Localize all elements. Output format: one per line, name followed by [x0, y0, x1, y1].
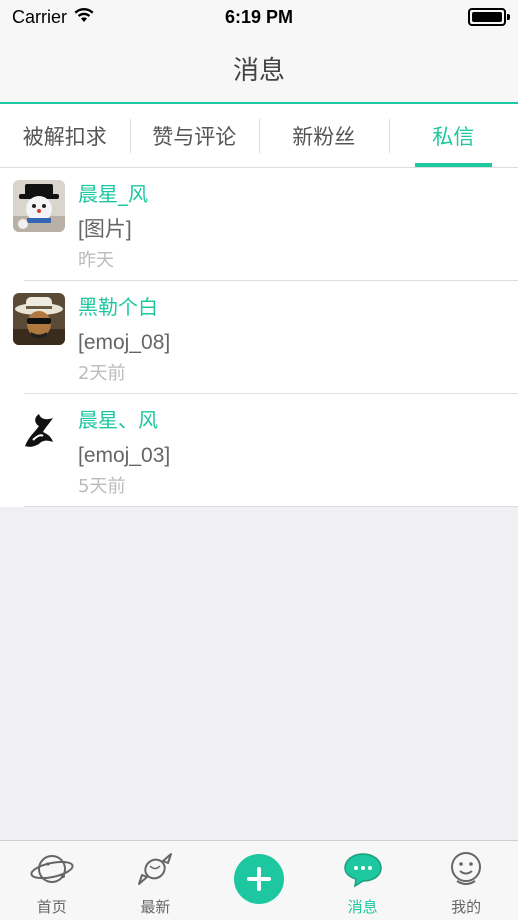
candy-icon [132, 846, 178, 892]
message-preview: [emoj_08] [78, 331, 171, 354]
chat-bubble-icon [340, 846, 386, 892]
sender-name[interactable]: 晨星_风 [78, 181, 148, 207]
carrier-info: Carrier [12, 7, 95, 28]
status-bar: Carrier 6:19 PM [0, 0, 518, 34]
sender-name[interactable]: 晨星、风 [78, 407, 170, 433]
message-list: 晨星_风 [图片] 昨天 黑勒个白 [emoj_08] 2天前 晨星、风 [em… [0, 168, 518, 507]
tabbar-label: 我的 [451, 898, 482, 916]
message-list-item[interactable]: 晨星、风 [emoj_03] 5天前 [0, 394, 518, 507]
tabbar-item-add[interactable] [207, 841, 311, 920]
sender-name[interactable]: 黑勒个白 [78, 294, 170, 320]
tab-new-followers[interactable]: 新粉丝 [259, 104, 389, 167]
message-preview: [emoj_03] [78, 444, 171, 467]
message-time: 5天前 [78, 476, 126, 497]
tab-label: 被解扣求 [22, 124, 107, 149]
page-title: 消息 [232, 55, 285, 86]
tabbar-item-messages[interactable]: 消息 [311, 841, 415, 920]
plus-icon[interactable] [233, 854, 284, 904]
active-tab-indicator [414, 163, 492, 167]
tabbar-item-latest[interactable]: 最新 [104, 841, 208, 920]
carrier-label: Carrier [12, 6, 68, 27]
bottom-tab-bar: 首页 最新 消息 我的 [0, 840, 518, 920]
tab-private-messages[interactable]: 私信 [388, 104, 518, 167]
tabbar-label: 首页 [36, 898, 67, 916]
tab-label: 新粉丝 [292, 124, 356, 149]
tabbar-item-profile[interactable]: 我的 [414, 841, 518, 920]
tabbar-label: 消息 [347, 898, 378, 916]
hat-man-avatar[interactable] [13, 293, 65, 345]
message-preview: [图片] [78, 218, 132, 241]
planet-icon [29, 846, 75, 892]
message-time: 昨天 [78, 250, 114, 271]
tabbar-item-home[interactable]: 首页 [0, 841, 104, 920]
face-icon [443, 846, 489, 892]
status-time: 6:19 PM [224, 6, 294, 27]
message-list-item[interactable]: 黑勒个白 [emoj_08] 2天前 [0, 281, 518, 394]
message-time: 2天前 [78, 363, 126, 384]
message-list-item[interactable]: 晨星_风 [图片] 昨天 [0, 168, 518, 281]
battery-icon [468, 8, 510, 26]
snowman-avatar[interactable] [13, 180, 65, 232]
tab-label: 赞与评论 [152, 124, 237, 149]
message-category-tabs: 被解扣求 赞与评论 新粉丝 私信 [0, 104, 518, 168]
divider [24, 506, 518, 507]
wifi-icon [73, 7, 95, 28]
tab-likes-comments[interactable]: 赞与评论 [129, 104, 260, 167]
tabbar-label: 最新 [140, 898, 171, 916]
fairy-tail-avatar[interactable] [13, 406, 65, 458]
navigation-bar: 消息 [0, 34, 518, 104]
tab-reports[interactable]: 被解扣求 [0, 104, 130, 167]
tab-label: 私信 [432, 124, 475, 149]
